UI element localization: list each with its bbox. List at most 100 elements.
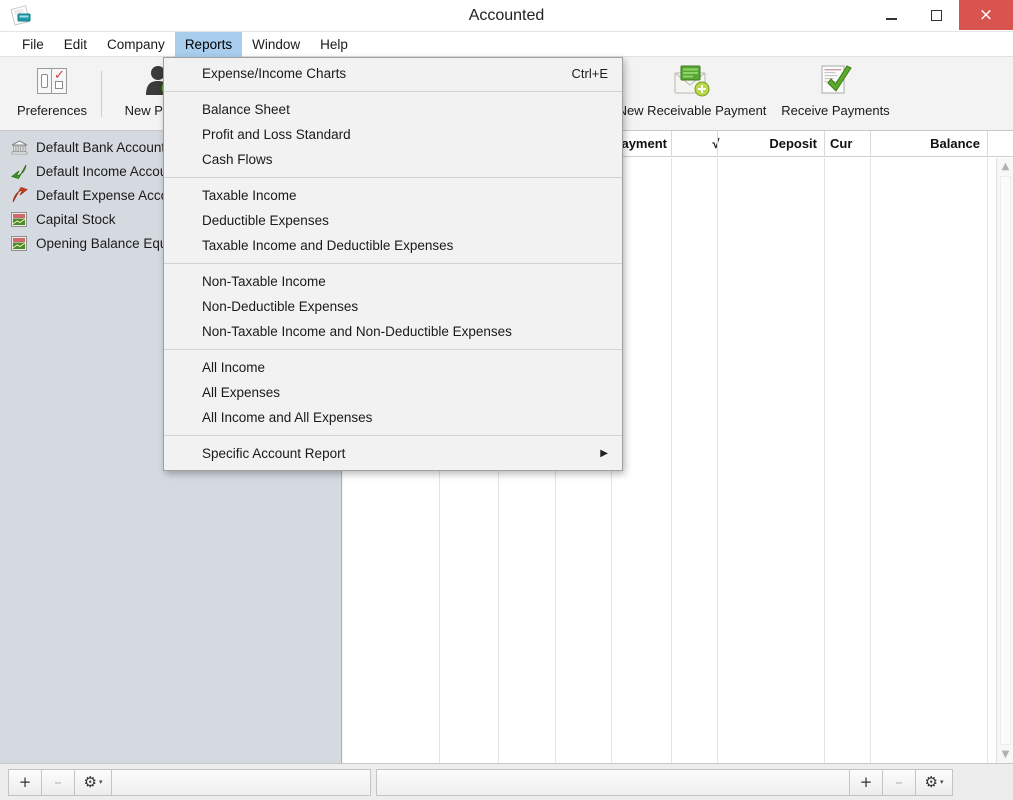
receive-payments-icon bbox=[816, 61, 856, 101]
reports-dropdown-menu: Expense/Income Charts Ctrl+E Balance She… bbox=[163, 57, 623, 471]
toolbar-button-preferences[interactable]: ✓ Preferences bbox=[2, 61, 102, 127]
menu-bar: File Edit Company Reports Window Help bbox=[0, 31, 1013, 57]
menu-help[interactable]: Help bbox=[310, 32, 358, 57]
gear-icon: ⚙ bbox=[924, 773, 938, 791]
column-divider[interactable] bbox=[870, 131, 871, 157]
menu-edit[interactable]: Edit bbox=[54, 32, 97, 57]
scroll-up-icon[interactable]: ▲ bbox=[997, 158, 1013, 175]
ledger-icon bbox=[10, 234, 28, 252]
menu-item-non-deductible-expenses[interactable]: Non-Deductible Expenses bbox=[164, 294, 622, 319]
menu-item-label: Deductible Expenses bbox=[202, 213, 329, 228]
chevron-down-icon: ▾ bbox=[939, 778, 944, 786]
column-divider[interactable] bbox=[717, 131, 718, 157]
gear-icon: ⚙ bbox=[83, 773, 97, 791]
toolbar-button-receive-payments[interactable]: Receive Payments bbox=[778, 61, 893, 127]
menu-item-all-expenses[interactable]: All Expenses bbox=[164, 380, 622, 405]
menu-item-label: Taxable Income and Deductible Expenses bbox=[202, 238, 454, 253]
close-button[interactable]: × bbox=[959, 0, 1013, 30]
menu-file[interactable]: File bbox=[12, 32, 54, 57]
transaction-settings-button[interactable]: ⚙ ▾ bbox=[915, 768, 953, 796]
remove-account-button[interactable]: – bbox=[41, 768, 74, 796]
title-bar: Accounted × bbox=[0, 0, 1013, 32]
column-header-cleared[interactable]: √ bbox=[709, 131, 723, 157]
account-label: Default Income Account bbox=[36, 163, 179, 179]
scroll-down-icon[interactable]: ▼ bbox=[997, 746, 1013, 763]
account-settings-button[interactable]: ⚙ ▾ bbox=[74, 768, 112, 796]
menu-separator bbox=[164, 91, 622, 92]
menu-item-specific-account-report[interactable]: Specific Account Report ▶ bbox=[164, 441, 622, 466]
bottom-toolbar: + – ⚙ ▾ + – ⚙ ▾ bbox=[0, 763, 1013, 800]
menu-item-taxable-income[interactable]: Taxable Income bbox=[164, 183, 622, 208]
add-transaction-button[interactable]: + bbox=[849, 768, 882, 796]
maximize-button[interactable] bbox=[914, 0, 959, 30]
grid-divider bbox=[717, 158, 718, 763]
column-header-balance[interactable]: Balance bbox=[883, 131, 980, 157]
minimize-button[interactable] bbox=[869, 0, 914, 30]
menu-item-deductible-expenses[interactable]: Deductible Expenses bbox=[164, 208, 622, 233]
menu-window[interactable]: Window bbox=[242, 32, 310, 57]
account-label: Opening Balance Equity bbox=[36, 235, 181, 251]
toolbar-separator bbox=[101, 71, 102, 117]
column-divider[interactable] bbox=[987, 131, 988, 157]
bank-icon bbox=[10, 138, 28, 156]
preferences-icon: ✓ bbox=[37, 61, 67, 101]
new-receivable-payment-icon bbox=[671, 61, 713, 101]
menu-company[interactable]: Company bbox=[97, 32, 175, 57]
menu-item-non-taxable-income-and-non-deductible-expenses[interactable]: Non-Taxable Income and Non-Deductible Ex… bbox=[164, 319, 622, 344]
menu-item-balance-sheet[interactable]: Balance Sheet bbox=[164, 97, 622, 122]
toolbar-button-new-receivable-payment[interactable]: New Receivable Payment bbox=[612, 61, 772, 127]
menu-item-expense-income-charts[interactable]: Expense/Income Charts Ctrl+E bbox=[164, 61, 622, 86]
column-divider[interactable] bbox=[671, 131, 672, 157]
grid-divider bbox=[987, 158, 988, 763]
sidebar-actions: + – ⚙ ▾ bbox=[8, 768, 112, 796]
toolbar-label: Preferences bbox=[16, 103, 88, 118]
register-actions: + – ⚙ ▾ bbox=[849, 768, 953, 796]
menu-reports[interactable]: Reports bbox=[174, 31, 243, 57]
menu-item-label: Balance Sheet bbox=[202, 102, 290, 117]
window-controls: × bbox=[869, 0, 1013, 32]
grid-divider bbox=[824, 158, 825, 763]
menu-item-profit-and-loss-standard[interactable]: Profit and Loss Standard bbox=[164, 122, 622, 147]
menu-separator bbox=[164, 177, 622, 178]
menu-separator bbox=[164, 435, 622, 436]
register-vertical-scrollbar[interactable]: ▲ ▼ bbox=[996, 158, 1013, 763]
menu-separator bbox=[164, 349, 622, 350]
chevron-down-icon: ▾ bbox=[98, 778, 103, 786]
menu-item-label: Taxable Income bbox=[202, 188, 297, 203]
income-arrow-icon bbox=[10, 162, 28, 180]
account-label: Default Bank Account bbox=[36, 139, 166, 155]
menu-item-label: Non-Deductible Expenses bbox=[202, 299, 359, 314]
account-label: Capital Stock bbox=[36, 211, 116, 227]
menu-item-label: All Income bbox=[202, 360, 266, 375]
ledger-icon bbox=[10, 210, 28, 228]
column-header-deposit[interactable]: Deposit bbox=[723, 131, 817, 157]
menu-item-label: Specific Account Report bbox=[202, 446, 346, 461]
column-divider[interactable] bbox=[824, 131, 825, 157]
remove-transaction-button[interactable]: – bbox=[882, 768, 915, 796]
menu-item-non-taxable-income[interactable]: Non-Taxable Income bbox=[164, 269, 622, 294]
toolbar-label: New Receivable Payment bbox=[617, 103, 767, 118]
window-title: Accounted bbox=[468, 7, 545, 24]
menu-item-taxable-income-and-deductible-expenses[interactable]: Taxable Income and Deductible Expenses bbox=[164, 233, 622, 258]
column-header-cur[interactable]: Cur bbox=[830, 131, 870, 157]
sidebar-bottom-filler bbox=[111, 768, 371, 796]
minimize-icon bbox=[886, 17, 897, 20]
menu-item-all-income[interactable]: All Income bbox=[164, 355, 622, 380]
application-window: Accounted × File Edit Company Reports Wi… bbox=[0, 0, 1013, 800]
grid-divider bbox=[671, 158, 672, 763]
add-account-button[interactable]: + bbox=[8, 768, 41, 796]
menu-item-label: Cash Flows bbox=[202, 152, 273, 167]
menu-item-label: Non-Taxable Income and Non-Deductible Ex… bbox=[202, 324, 512, 339]
scrollbar-track[interactable] bbox=[1000, 176, 1011, 745]
menu-item-label: All Income and All Expenses bbox=[202, 410, 373, 425]
register-bottom-filler bbox=[376, 768, 850, 796]
toolbar-label: Receive Payments bbox=[781, 103, 890, 118]
menu-item-label: All Expenses bbox=[202, 385, 281, 400]
menu-item-label: Non-Taxable Income bbox=[202, 274, 326, 289]
menu-item-shortcut: Ctrl+E bbox=[571, 66, 608, 81]
menu-item-cash-flows[interactable]: Cash Flows bbox=[164, 147, 622, 172]
grid-divider bbox=[870, 158, 871, 763]
menu-separator bbox=[164, 263, 622, 264]
submenu-arrow-icon: ▶ bbox=[600, 448, 608, 459]
menu-item-all-income-and-all-expenses[interactable]: All Income and All Expenses bbox=[164, 405, 622, 430]
